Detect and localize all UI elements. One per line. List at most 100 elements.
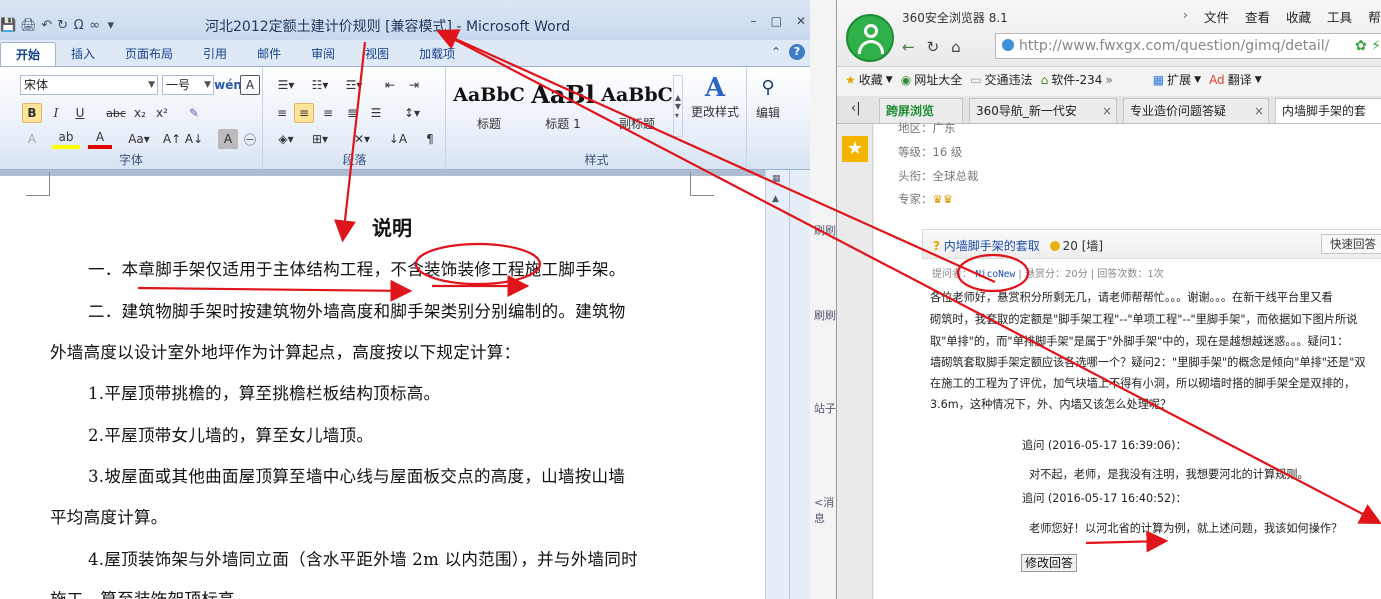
tab-review[interactable]: 审阅 [296,42,350,66]
font-color-icon[interactable]: A [88,129,112,149]
increase-indent-icon[interactable]: ⇥ [404,75,424,95]
tab-references[interactable]: 引用 [188,42,242,66]
ruler-toggle-icon[interactable]: ▦ [772,174,781,184]
font-size-combo[interactable]: 一号 ▼ [162,75,214,95]
undo-icon[interactable]: ↶ [41,18,53,33]
refresh-icon[interactable]: ↻ [927,38,940,56]
decrease-indent-icon[interactable]: ⇤ [380,75,400,95]
save-icon[interactable]: 💾 [0,18,16,33]
favorite-star-icon[interactable]: ★ [842,136,868,162]
close-tab-icon[interactable]: × [1102,99,1112,123]
asker-name[interactable]: NicoNew [975,269,1015,280]
menu-favorites[interactable]: 收藏 [1286,7,1311,26]
tab-page-layout[interactable]: 页面布局 [110,42,188,66]
style-heading-1-label: 标题 1 [545,117,581,131]
menu-help[interactable]: 帮助 [1368,7,1381,26]
bullets-icon[interactable]: ☰▾ [272,75,300,95]
borders-icon[interactable]: ⊞▾ [306,129,334,149]
tab-addins[interactable]: 加载项 [404,42,470,66]
char-shading-icon[interactable]: A [218,129,238,149]
distributed-icon[interactable]: ☰ [366,103,386,123]
fav-site-nav[interactable]: ◉ 网址大全 [901,71,963,88]
symbol-icon[interactable]: Ω [73,18,85,33]
address-actions-icon[interactable]: ✿ ⚡ [1355,34,1381,58]
document-page[interactable]: 说明 一．本章脚手架仅适用于主体结构工程，不含装饰装修工程施工脚手架。 二．建筑… [0,172,766,599]
align-left-icon[interactable]: ≡ [272,103,292,123]
menu-file[interactable]: 文件 [1204,7,1229,26]
justify-icon[interactable]: ≣ [342,103,362,123]
underline-icon[interactable]: U [70,103,90,123]
scroll-up-icon[interactable]: ▲ [772,194,779,204]
bold-icon[interactable]: B [22,103,42,123]
font-name-combo[interactable]: 宋体 ▼ [20,75,158,95]
tab-360-nav[interactable]: 360导航_新一代安 × [969,98,1117,123]
back-icon[interactable]: ← [902,38,915,56]
collapse-ribbon-icon[interactable]: ⌃ [771,45,781,59]
print-icon[interactable]: 🖨 [20,18,37,33]
menu-chevron-icon[interactable]: › [1183,7,1188,26]
home-icon[interactable]: ⌂ [951,38,961,56]
enclosed-char-icon[interactable]: ㊀ [240,129,260,149]
quick-answer-button[interactable]: 快速回答 [1321,234,1381,254]
align-right-icon[interactable]: ≡ [318,103,338,123]
address-bar[interactable]: http://www.fwxgx.com/question/gimq/detai… [995,33,1381,59]
tab-cross-screen-label: 跨屏浏览 [886,104,935,118]
tab-view[interactable]: 视图 [350,42,404,66]
show-marks-icon[interactable]: ¶ [420,129,440,149]
styles-scroll-icon[interactable]: ▲ ▼ ▾ [673,75,683,137]
ribbon-help-area: ⌃ ? [771,44,805,60]
italic-icon[interactable]: I [46,103,66,123]
fav-software[interactable]: ⌂ 软件-234» [1041,71,1113,88]
fav-extensions[interactable]: ▦ 扩展 ▼ [1153,71,1201,88]
clear-format-icon[interactable]: ✎ [184,103,204,123]
strikethrough-icon[interactable]: abc [104,103,128,123]
edit-answer-button[interactable]: 修改回答 [1021,554,1078,572]
change-styles-button[interactable]: A 更改样式 [687,73,743,120]
text-effects-icon[interactable]: A [22,129,42,149]
change-styles-label: 更改样式 [690,105,739,119]
align-center-icon[interactable]: ≡ [294,103,314,123]
tab-home[interactable]: 开始 [0,42,57,66]
char-border-icon[interactable]: A [240,75,260,95]
infinity-icon[interactable]: ∞ [89,18,101,33]
browser-window: 360安全浏览器 8.1 › 文件 查看 收藏 工具 帮助 ← ↻ ⌂ http… [836,0,1381,599]
customize-qat-icon[interactable]: ▾ [105,18,117,33]
tab-insert[interactable]: 插入 [56,42,110,66]
shrink-font-icon[interactable]: A↓ [184,129,204,149]
superscript-icon[interactable]: x² [152,103,172,123]
menu-tools[interactable]: 工具 [1327,7,1352,26]
minimize-button[interactable]: – [751,14,757,28]
fav-favorites[interactable]: ★ 收藏 ▼ [845,71,893,88]
line-spacing-icon[interactable]: ↕▾ [398,103,426,123]
asian-layout-icon[interactable]: ✕▾ [348,129,376,149]
fav-traffic[interactable]: ▭ 交通违法 [970,71,1032,88]
menu-view[interactable]: 查看 [1245,7,1270,26]
highlight-icon[interactable]: ab [52,129,80,149]
close-button[interactable]: ✕ [796,14,806,28]
question-tag[interactable]: [墙] [1082,239,1103,253]
tabs-scroll-left-icon[interactable]: ‹| [851,101,861,116]
style-title[interactable]: AaBbC 标题 [453,75,525,139]
redo-icon[interactable]: ↻ [57,18,69,33]
close-tab-icon[interactable]: × [1254,99,1264,123]
tab-mailings[interactable]: 邮件 [242,42,296,66]
style-heading-1[interactable]: AaBl 标题 1 [527,75,599,139]
fav-translate[interactable]: Ad 翻译 ▼ [1209,71,1262,88]
globe-icon [1002,39,1014,51]
help-icon[interactable]: ? [789,44,805,60]
sort-icon[interactable]: ↓A [388,129,408,149]
phonetic-guide-icon[interactable]: wén [214,75,242,95]
question-title[interactable]: 内墙脚手架的套取 [944,239,1040,253]
maximize-button[interactable]: □ [771,14,782,28]
style-subtitle[interactable]: AaBbC 副标题 [601,75,673,139]
multilevel-list-icon[interactable]: ☲▾ [340,75,368,95]
tab-faq[interactable]: 专业造价问题答疑 × [1123,98,1269,123]
vertical-scrollbar[interactable]: ▦ ▲ [765,170,789,599]
shading-icon[interactable]: ◈▾ [272,129,300,149]
edit-button[interactable]: ⚲ 编辑 [750,77,786,121]
change-case-icon[interactable]: Aa▾ [124,129,154,149]
tab-scaffold[interactable]: 内墙脚手架的套 [1275,98,1381,123]
grow-font-icon[interactable]: A↑ [162,129,182,149]
numbering-icon[interactable]: ☷▾ [306,75,334,95]
subscript-icon[interactable]: x₂ [130,103,150,123]
